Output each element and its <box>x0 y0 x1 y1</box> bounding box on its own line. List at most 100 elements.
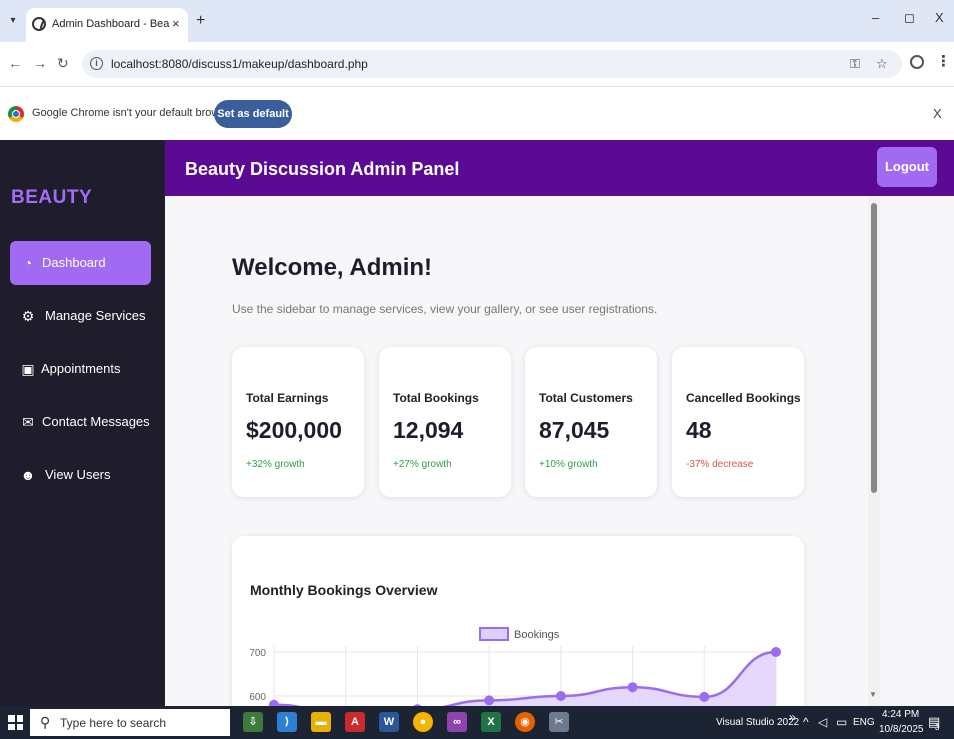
password-key-icon[interactable]: ⚿ <box>850 56 860 72</box>
admin-header: Beauty Discussion Admin Panel Logout <box>165 140 954 196</box>
stat-label: Cancelled Bookings <box>686 391 801 405</box>
search-icon: ⚲ <box>40 714 51 730</box>
scroll-down-arrow-icon[interactable]: ▼ <box>869 690 877 699</box>
app-installer-icon[interactable]: ⇩ <box>243 712 263 732</box>
address-bar[interactable]: i localhost:8080/discuss1/makeup/dashboa… <box>82 50 902 78</box>
sidebar-item-view-users[interactable]: ☻ View Users <box>10 453 151 497</box>
stat-change: -37% decrease <box>686 459 754 470</box>
stat-change: +32% growth <box>246 459 305 470</box>
tab-title: Admin Dashboard - Beauty Pan <box>52 18 170 30</box>
search-placeholder: Type here to search <box>60 716 167 730</box>
stat-label: Total Bookings <box>393 391 479 405</box>
tab-close-icon[interactable]: × <box>172 16 180 31</box>
logout-button[interactable]: Logout <box>877 147 937 187</box>
windows-taskbar: ⚲ Type here to search ⇩ ⟩ ▬ A W ● ∞ X ◉ … <box>0 706 954 739</box>
url-text: localhost:8080/discuss1/makeup/dashboard… <box>111 57 368 71</box>
gears-icon: ⚙ <box>21 308 35 324</box>
sidebar-item-contact-messages[interactable]: ✉ Contact Messages <box>10 400 151 444</box>
bookings-line-chart: 700 600 Bookings <box>249 627 781 706</box>
stat-change: +10% growth <box>539 459 598 470</box>
tab-list-chevron-icon[interactable]: ▾ <box>6 14 20 28</box>
stat-card-customers: Total Customers 87,045 +10% growth <box>525 347 657 497</box>
snipping-tool-icon[interactable]: ✂ <box>549 712 569 732</box>
default-browser-infobar: Google Chrome isn't your default browser… <box>0 86 954 140</box>
browser-toolbar: ← → ↻ i localhost:8080/discuss1/makeup/d… <box>0 42 954 86</box>
sidebar-item-appointments[interactable]: ▣ Appointments <box>10 347 151 391</box>
sidebar-item-label: Dashboard <box>42 255 106 270</box>
clock-time[interactable]: 4:24 PM <box>882 709 919 720</box>
main-content: Welcome, Admin! Use the sidebar to manag… <box>165 196 954 706</box>
infobar-close-icon[interactable]: X <box>933 106 942 121</box>
reload-icon[interactable]: ↻ <box>57 55 69 72</box>
stat-value: 48 <box>686 417 712 443</box>
sidebar: BEAUTY ◔ Dashboard ⚙ Manage Services ▣ A… <box>0 140 165 706</box>
stat-label: Total Customers <box>539 391 633 405</box>
stat-card-earnings: Total Earnings $200,000 +32% growth <box>232 347 364 497</box>
vs-taskbar-label[interactable]: Visual Studio 2022 <box>716 717 799 728</box>
word-icon[interactable]: W <box>379 712 399 732</box>
site-info-icon[interactable]: i <box>90 57 103 70</box>
tab-favicon-icon <box>32 17 46 31</box>
language-indicator[interactable]: ENG <box>853 717 875 728</box>
dashboard-icon: ◔ <box>23 255 33 271</box>
chrome-menu-icon[interactable]: ⋮ <box>936 52 951 70</box>
legend-swatch <box>479 627 509 641</box>
data-point <box>771 647 781 657</box>
taskbar-search[interactable]: ⚲ Type here to search <box>30 709 230 736</box>
stat-value: $200,000 <box>246 417 342 443</box>
stat-card-bookings: Total Bookings 12,094 +27% growth <box>379 347 511 497</box>
chrome-taskbar-icon[interactable]: ● <box>413 712 433 732</box>
stat-value: 12,094 <box>393 417 464 443</box>
data-point <box>555 691 566 701</box>
brand-logo: BEAUTY <box>11 187 93 208</box>
bookmark-star-icon[interactable]: ☆ <box>876 56 888 72</box>
new-tab-button[interactable]: + <box>196 12 205 30</box>
infobar-message: Google Chrome isn't your default browser <box>32 107 235 119</box>
y-tick-label: 600 <box>249 692 266 703</box>
bookings-chart-card: Monthly Bookings Overview 700 600 Bookings <box>232 536 804 706</box>
overflow-chevron[interactable]: » <box>789 710 796 724</box>
welcome-heading: Welcome, Admin! <box>232 254 433 281</box>
stat-change: +27% growth <box>393 459 452 470</box>
legend-label: Bookings <box>514 629 560 641</box>
sidebar-item-label: View Users <box>45 467 111 482</box>
excel-icon[interactable]: X <box>481 712 501 732</box>
set-as-default-button[interactable]: Set as default <box>214 100 292 128</box>
browser-tab[interactable]: Admin Dashboard - Beauty Pan × <box>26 8 188 42</box>
window-close-button[interactable]: X <box>935 10 944 25</box>
stat-card-cancelled: Cancelled Bookings 48 -37% decrease <box>672 347 804 497</box>
data-point <box>484 695 495 706</box>
stat-label: Total Earnings <box>246 391 329 405</box>
acrobat-icon[interactable]: A <box>345 712 365 732</box>
sidebar-item-label: Contact Messages <box>42 414 150 429</box>
file-explorer-icon[interactable]: ▬ <box>311 712 331 732</box>
firefox-icon[interactable]: ◉ <box>515 712 535 732</box>
volume-icon[interactable]: ◁ <box>818 715 827 729</box>
envelope-icon: ✉ <box>22 414 34 430</box>
minimize-button[interactable]: – <box>872 10 879 25</box>
data-point <box>699 691 710 702</box>
visual-studio-icon[interactable]: ∞ <box>447 712 467 732</box>
forward-arrow-icon[interactable]: → <box>33 55 47 71</box>
back-arrow-icon[interactable]: ← <box>8 55 22 71</box>
welcome-subtitle: Use the sidebar to manage services, view… <box>232 302 658 316</box>
windows-start-icon[interactable] <box>8 715 23 730</box>
calendar-check-icon: ▣ <box>21 361 35 377</box>
vscode-icon[interactable]: ⟩ <box>277 712 297 732</box>
browser-tab-strip: ▾ Admin Dashboard - Beauty Pan × + – ◻ X <box>0 0 954 42</box>
notification-count: 3 <box>935 723 940 732</box>
restore-button[interactable]: ◻ <box>904 10 915 26</box>
sidebar-item-label: Manage Services <box>45 308 146 323</box>
scrollbar-thumb[interactable] <box>871 203 877 493</box>
profile-icon[interactable] <box>910 55 924 69</box>
network-icon[interactable]: ▭ <box>836 715 847 729</box>
clock-date[interactable]: 10/8/2025 <box>879 724 924 735</box>
data-point <box>627 682 638 693</box>
stat-value: 87,045 <box>539 417 610 443</box>
sidebar-item-dashboard[interactable]: ◔ Dashboard <box>10 241 151 285</box>
panel-title: Beauty Discussion Admin Panel <box>185 159 460 179</box>
y-tick-label: 700 <box>249 648 266 659</box>
sidebar-item-manage-services[interactable]: ⚙ Manage Services <box>10 294 151 338</box>
tray-up-arrow-icon[interactable]: ^ <box>803 715 809 729</box>
users-icon: ☻ <box>20 467 36 483</box>
